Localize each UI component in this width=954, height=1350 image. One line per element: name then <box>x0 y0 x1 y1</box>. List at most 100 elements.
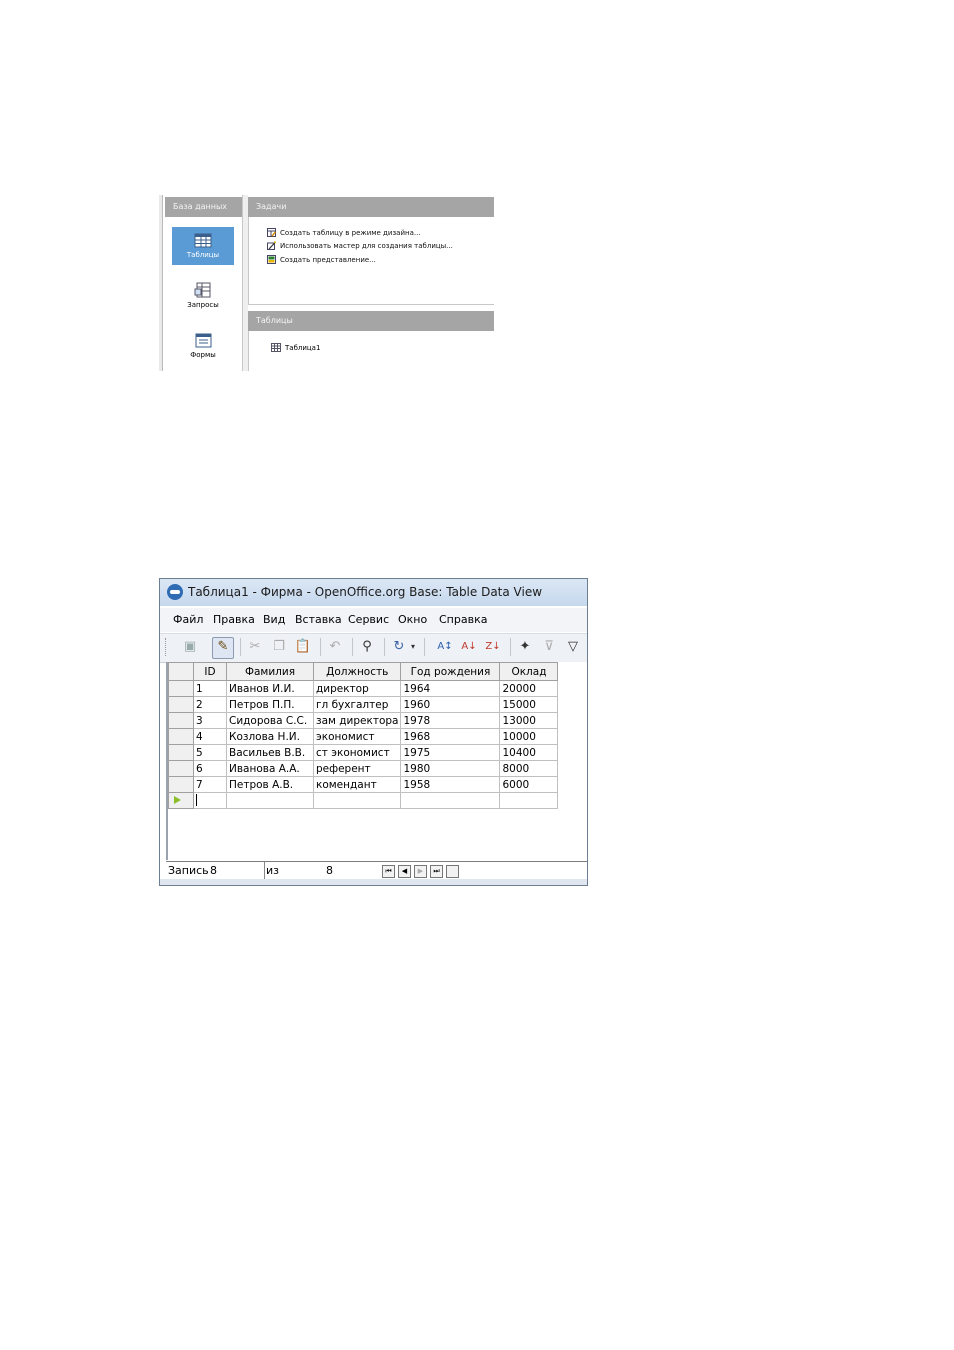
table-cell[interactable]: 3 <box>193 712 227 729</box>
find-icon[interactable]: ⚲ <box>358 638 376 656</box>
menu-window[interactable]: Окно <box>398 608 427 632</box>
row-header[interactable] <box>168 712 194 729</box>
corner-cell[interactable] <box>168 662 194 681</box>
next-record-icon[interactable]: ▶ <box>414 865 427 878</box>
new-record-icon[interactable] <box>446 865 459 878</box>
table-row[interactable]: 6 Иванова А.А. референт 1980 8000 <box>168 760 559 777</box>
table-cell[interactable]: 1975 <box>400 744 501 761</box>
table-cell[interactable]: 15000 <box>499 696 559 713</box>
paste-icon[interactable]: 📋 <box>294 638 312 656</box>
column-header-birth-year[interactable]: Год рождения <box>400 662 501 681</box>
table-cell[interactable]: 1960 <box>400 696 501 713</box>
table-row[interactable]: 5 Васильев В.В. ст экономист 1975 10400 <box>168 744 559 761</box>
first-record-icon[interactable]: ⏮ <box>382 865 395 878</box>
sort-descending-icon[interactable]: Z↓ <box>484 638 502 656</box>
menu-file[interactable]: Файл <box>173 608 203 632</box>
table-cell[interactable] <box>226 792 314 809</box>
table-cell[interactable]: 1958 <box>400 776 501 793</box>
table-cell[interactable]: зам директора <box>312 712 402 729</box>
table-cell[interactable]: 10400 <box>499 744 559 761</box>
table-item-tablitsa1[interactable]: Таблица1 <box>271 343 320 352</box>
table-cell[interactable]: Козлова Н.И. <box>226 728 314 745</box>
column-header-surname[interactable]: Фамилия <box>226 662 314 681</box>
table-cell[interactable]: Петров А.В. <box>226 776 314 793</box>
title-bar[interactable]: Таблица1 - Фирма - OpenOffice.org Base: … <box>160 579 587 606</box>
table-cell[interactable] <box>499 792 559 809</box>
row-header[interactable] <box>168 680 194 697</box>
current-record-field[interactable]: 8 <box>210 862 265 879</box>
table-cell[interactable]: директор <box>312 680 402 697</box>
table-cell[interactable]: 1980 <box>400 760 501 777</box>
table-cell[interactable]: Сидорова С.С. <box>226 712 314 729</box>
task-create-table-design[interactable]: Создать таблицу в режиме дизайна... <box>267 228 421 237</box>
undo-icon[interactable]: ↶ <box>326 638 344 656</box>
table-cell[interactable]: 6000 <box>499 776 559 793</box>
table-cell[interactable] <box>312 792 402 809</box>
table-row[interactable]: 2 Петров П.П. гл бухгалтер 1960 15000 <box>168 696 559 713</box>
edit-icon[interactable]: ✎ <box>212 637 234 659</box>
copy-icon[interactable]: ❐ <box>270 638 288 656</box>
row-header[interactable] <box>168 728 194 745</box>
cut-icon[interactable]: ✂ <box>246 638 264 656</box>
filter-icon[interactable]: ▽ <box>564 638 582 656</box>
table-row[interactable]: 7 Петров А.В. комендант 1958 6000 <box>168 776 559 793</box>
nav-item-tables[interactable]: Таблицы <box>172 227 234 265</box>
row-header[interactable] <box>168 744 194 761</box>
new-record-row[interactable] <box>168 792 559 809</box>
row-header[interactable] <box>168 696 194 713</box>
table-cell[interactable]: Васильев В.В. <box>226 744 314 761</box>
table-cell[interactable]: 20000 <box>499 680 559 697</box>
table-cell[interactable]: 4 <box>193 728 227 745</box>
table-cell[interactable]: 13000 <box>499 712 559 729</box>
autofilter-icon[interactable]: ✦ <box>516 638 534 656</box>
column-header-salary[interactable]: Оклад <box>499 662 559 681</box>
table-cell[interactable]: комендант <box>312 776 402 793</box>
table-cell[interactable]: 5 <box>193 744 227 761</box>
task-table-wizard[interactable]: Использовать мастер для создания таблицы… <box>267 241 453 250</box>
table-row[interactable]: 4 Козлова Н.И. экономист 1968 10000 <box>168 728 559 745</box>
table-cell[interactable]: ст экономист <box>312 744 402 761</box>
row-header[interactable] <box>168 776 194 793</box>
table-cell[interactable] <box>193 792 227 809</box>
menu-insert[interactable]: Вставка <box>295 608 342 632</box>
table-cell[interactable]: Иванова А.А. <box>226 760 314 777</box>
toolbar-grip[interactable] <box>165 638 169 656</box>
table-cell[interactable]: референт <box>312 760 402 777</box>
table-cell[interactable]: 2 <box>193 696 227 713</box>
menu-view[interactable]: Вид <box>263 608 285 632</box>
sort-ascending-icon[interactable]: A↓ <box>460 638 478 656</box>
column-header-position[interactable]: Должность <box>312 662 402 681</box>
table-cell[interactable]: 8000 <box>499 760 559 777</box>
table-cell[interactable]: Иванов И.И. <box>226 680 314 697</box>
table-cell[interactable] <box>400 792 501 809</box>
save-icon[interactable]: ▣ <box>181 638 199 656</box>
nav-item-queries[interactable]: Запросы <box>172 277 234 317</box>
column-header-id[interactable]: ID <box>193 662 227 681</box>
table-row[interactable]: 3 Сидорова С.С. зам директора 1978 13000 <box>168 712 559 729</box>
refresh-icon[interactable]: ↻ <box>390 638 408 656</box>
table-cell[interactable]: 1964 <box>400 680 501 697</box>
table-cell[interactable]: экономист <box>312 728 402 745</box>
row-header[interactable] <box>168 792 194 809</box>
nav-item-forms[interactable]: Формы <box>172 327 234 367</box>
table-cell[interactable]: 1978 <box>400 712 501 729</box>
last-record-icon[interactable]: ⏭ <box>430 865 443 878</box>
menu-help[interactable]: Справка <box>439 608 487 632</box>
table-cell[interactable]: 1968 <box>400 728 501 745</box>
menu-tools[interactable]: Сервис <box>348 608 389 632</box>
table-cell[interactable]: 7 <box>193 776 227 793</box>
dropdown-icon[interactable]: ▾ <box>408 638 418 656</box>
row-header[interactable] <box>168 760 194 777</box>
sort-icon[interactable]: A↕ <box>436 638 454 656</box>
table-cell[interactable]: Петров П.П. <box>226 696 314 713</box>
toolbar-separator <box>240 638 241 656</box>
table-cell[interactable]: 6 <box>193 760 227 777</box>
table-row[interactable]: 1 Иванов И.И. директор 1964 20000 <box>168 680 559 697</box>
standard-filter-icon[interactable]: ⊽ <box>540 638 558 656</box>
table-cell[interactable]: гл бухгалтер <box>312 696 402 713</box>
menu-edit[interactable]: Правка <box>213 608 255 632</box>
table-cell[interactable]: 1 <box>193 680 227 697</box>
task-create-view[interactable]: Создать представление... <box>267 255 376 264</box>
previous-record-icon[interactable]: ◀ <box>398 865 411 878</box>
table-cell[interactable]: 10000 <box>499 728 559 745</box>
